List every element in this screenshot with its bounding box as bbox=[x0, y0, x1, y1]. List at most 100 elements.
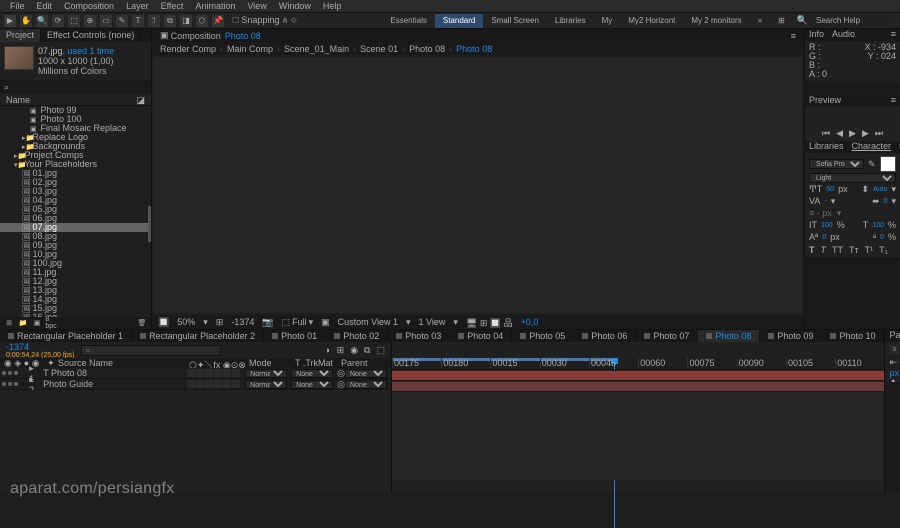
timeline-tab[interactable]: Rectangular Placeholder 1 bbox=[0, 330, 132, 342]
timeline-tab[interactable]: Photo 01 bbox=[264, 330, 326, 342]
tab-info[interactable]: Info bbox=[809, 29, 824, 41]
play-button[interactable]: ▶ bbox=[849, 128, 856, 139]
project-item[interactable]: 🖼 04.jpg bbox=[0, 196, 151, 205]
bc-2[interactable]: Scene_01_Main bbox=[284, 44, 349, 54]
allcaps-button[interactable]: TT bbox=[832, 245, 843, 256]
grid-icon[interactable]: ⊞ bbox=[216, 317, 224, 328]
project-item[interactable]: 🖼 05.jpg bbox=[0, 205, 151, 214]
col-name[interactable]: Name bbox=[6, 94, 30, 105]
snapping-toggle[interactable]: ☐ Snapping ⋔ ⟐ bbox=[232, 15, 297, 26]
menu-view[interactable]: View bbox=[241, 0, 272, 12]
prev-frame-button[interactable]: ◀ bbox=[836, 128, 843, 139]
project-item[interactable]: 🖼 13.jpg bbox=[0, 286, 151, 295]
ws-libraries[interactable]: Libraries bbox=[547, 14, 594, 28]
ws-my2m[interactable]: My 2 monitors bbox=[683, 14, 749, 28]
bc-1[interactable]: Main Comp bbox=[227, 44, 273, 54]
project-item[interactable]: 🖼 14.jpg bbox=[0, 295, 151, 304]
timeline-tab[interactable]: Photo 04 bbox=[450, 330, 512, 342]
pen-tool[interactable]: ✎ bbox=[116, 15, 128, 27]
ws-smallscreen[interactable]: Small Screen bbox=[483, 14, 547, 28]
fill-swatch[interactable] bbox=[880, 156, 896, 172]
brush-tool[interactable]: ℐ bbox=[148, 15, 160, 27]
view-opt-icon[interactable]: 🖥 ⊞ 🔲 品 bbox=[466, 316, 513, 329]
layer-list[interactable]: ▸ 1T Photo 08NormalNone◎None▸ 2Photo Gui… bbox=[0, 368, 391, 390]
menu-file[interactable]: File bbox=[4, 0, 31, 12]
tab-effect-controls[interactable]: Effect Controls (none) bbox=[41, 29, 141, 42]
pan-behind-tool[interactable]: ⊕ bbox=[84, 15, 96, 27]
first-frame-button[interactable]: ⏮ bbox=[822, 128, 830, 139]
project-item[interactable]: 🖼 06.jpg bbox=[0, 214, 151, 223]
layer-bar[interactable] bbox=[392, 371, 884, 380]
project-item[interactable]: 🖼 08.jpg bbox=[0, 232, 151, 241]
ws-essentials[interactable]: Essentials bbox=[382, 14, 434, 28]
clone-tool[interactable]: ⧉ bbox=[164, 15, 176, 27]
zoom-tool[interactable]: 🔍 bbox=[36, 15, 48, 27]
trash-icon[interactable]: 🗑 bbox=[137, 318, 147, 328]
timeline-tab[interactable]: Photo 03 bbox=[388, 330, 450, 342]
align-left[interactable]: ≡ bbox=[889, 345, 899, 354]
layer-bar[interactable] bbox=[392, 382, 884, 391]
timeline-tab[interactable]: Rectangular Placeholder 2 bbox=[132, 330, 264, 342]
project-item[interactable]: 🖼 11.jpg bbox=[0, 268, 151, 277]
graph-icon[interactable]: ⧉ bbox=[364, 345, 370, 356]
help-search[interactable]: Search Help bbox=[812, 15, 892, 27]
fx-icon[interactable]: ⊞ bbox=[337, 345, 345, 356]
timeline-tab[interactable]: Photo 02 bbox=[326, 330, 388, 342]
hand-tool[interactable]: ✋ bbox=[20, 15, 32, 27]
project-item[interactable]: 🖼 09.jpg bbox=[0, 241, 151, 250]
project-item[interactable]: 🖼 01.jpg bbox=[0, 169, 151, 178]
roi-icon[interactable]: ▣ bbox=[321, 317, 330, 328]
scrollbar-thumb[interactable] bbox=[148, 206, 151, 242]
subscript-button[interactable]: T₁ bbox=[879, 245, 888, 256]
rect-tool[interactable]: ▭ bbox=[100, 15, 112, 27]
comp-name[interactable]: Photo 08 bbox=[221, 31, 265, 41]
tab-paragraph[interactable]: Paragraph bbox=[889, 330, 900, 342]
bc-0[interactable]: Render Comp bbox=[160, 44, 216, 54]
camera-tool[interactable]: ⬚ bbox=[68, 15, 80, 27]
shy-icon[interactable]: ◗ bbox=[325, 345, 330, 356]
bpc-toggle[interactable]: 8 bpc bbox=[46, 318, 56, 328]
ws-more[interactable]: » bbox=[750, 14, 770, 28]
project-item[interactable]: 🖼 15.jpg bbox=[0, 304, 151, 313]
time-value[interactable]: -1374 bbox=[231, 317, 254, 327]
views-value[interactable]: 1 View bbox=[419, 317, 446, 327]
superscript-button[interactable]: T¹ bbox=[865, 245, 874, 256]
tab-audio[interactable]: Audio bbox=[832, 29, 855, 41]
tab-libraries[interactable]: Libraries bbox=[809, 141, 844, 153]
project-item[interactable]: 🖼 100.jpg bbox=[0, 259, 151, 268]
menu-help[interactable]: Help bbox=[317, 0, 348, 12]
next-frame-button[interactable]: ▶ bbox=[862, 128, 869, 139]
snapshot-icon[interactable]: 📷 bbox=[262, 317, 273, 328]
eyedrop-icon[interactable]: ✎ bbox=[868, 159, 876, 170]
timeline-tab[interactable]: Photo 09 bbox=[760, 330, 822, 342]
eraser-tool[interactable]: ◨ bbox=[180, 15, 192, 27]
project-item[interactable]: 🖼 10.jpg bbox=[0, 250, 151, 259]
project-item[interactable]: ▾📁 Your Placeholders bbox=[0, 160, 151, 169]
selection-tool[interactable]: ▶ bbox=[4, 15, 16, 27]
smallcaps-button[interactable]: Tᴛ bbox=[849, 245, 859, 256]
last-frame-button[interactable]: ⏭ bbox=[875, 128, 883, 139]
bc-4[interactable]: Photo 08 bbox=[409, 44, 445, 54]
layer-row[interactable]: ▸ 2Photo GuideNormalNone◎None bbox=[0, 379, 391, 390]
italic-button[interactable]: T bbox=[821, 245, 827, 256]
menu-window[interactable]: Window bbox=[273, 0, 317, 12]
font-style[interactable]: Light bbox=[809, 173, 896, 183]
timeline-search[interactable] bbox=[81, 345, 221, 356]
tab-project[interactable]: Project bbox=[0, 29, 41, 42]
magnify-icon[interactable]: 🔲 bbox=[158, 317, 169, 328]
menu-animation[interactable]: Animation bbox=[189, 0, 241, 12]
puppet-tool[interactable]: 📌 bbox=[212, 15, 224, 27]
motion-blur-icon[interactable]: ◉ bbox=[350, 345, 358, 356]
zoom-value[interactable]: 50% bbox=[177, 317, 195, 327]
menu-edit[interactable]: Edit bbox=[31, 0, 59, 12]
bc-current[interactable]: Photo 08 bbox=[456, 44, 492, 54]
menu-effect[interactable]: Effect bbox=[155, 0, 190, 12]
viewer-area[interactable] bbox=[154, 57, 802, 313]
brain-icon[interactable]: ⬚ bbox=[376, 345, 385, 356]
timeline-tab[interactable]: Photo 10 bbox=[822, 330, 884, 342]
ws-my[interactable]: My bbox=[594, 14, 621, 28]
project-item[interactable]: 🖼 03.jpg bbox=[0, 187, 151, 196]
timecode[interactable]: -1374 bbox=[6, 342, 75, 352]
timeline-tab[interactable]: Photo 07 bbox=[636, 330, 698, 342]
tab-preview[interactable]: Preview bbox=[809, 95, 841, 107]
